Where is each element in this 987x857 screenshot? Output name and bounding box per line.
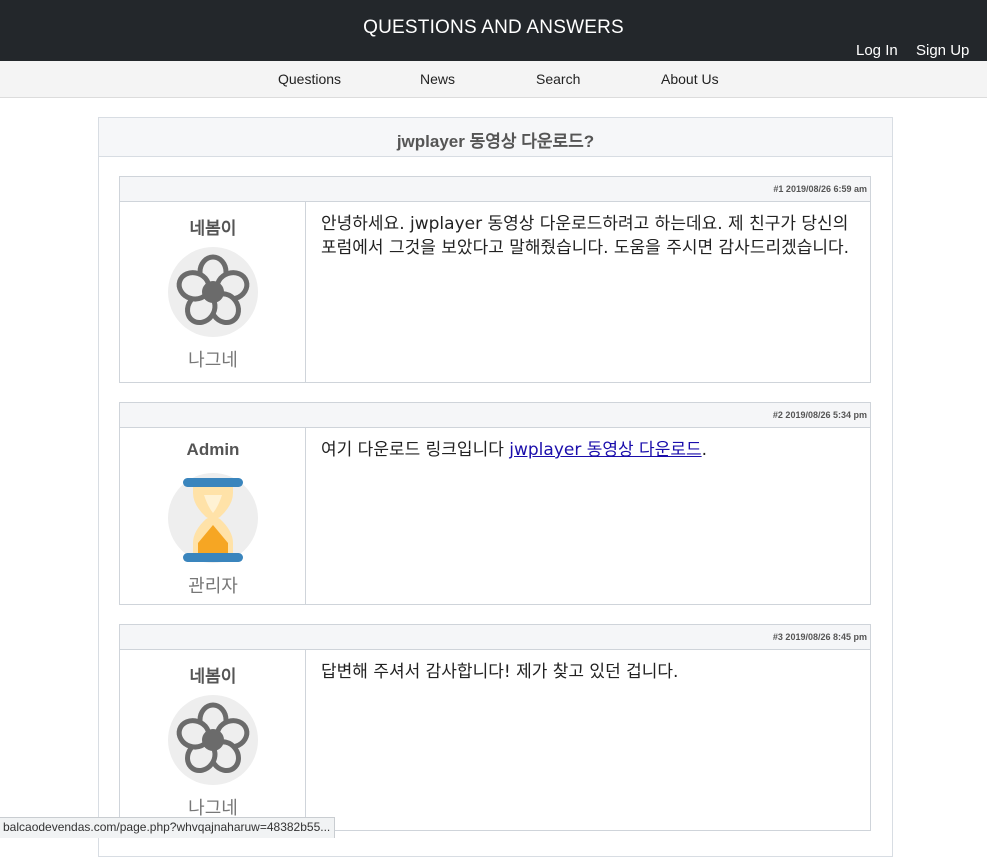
post-message: 여기 다운로드 링크입니다 jwplayer 동영상 다운로드. <box>321 438 856 462</box>
post-meta: #3 2019/08/26 8:45 pm <box>120 625 870 650</box>
post-message: 안녕하세요. jwplayer 동영상 다운로드하려고 하는데요. 제 친구가 … <box>321 214 850 258</box>
author-role: 나그네 <box>188 350 238 371</box>
message-text: 여기 다운로드 링크입니다 <box>321 440 510 460</box>
nav-item-news[interactable]: News <box>420 71 455 87</box>
top-header: QUESTIONS AND ANSWERS Log In Sign Up <box>0 0 987 61</box>
post-message: 답변해 주셔서 감사합니다! 제가 찾고 있던 겁니다. <box>321 662 679 682</box>
author-role: 관리자 <box>188 576 238 597</box>
site-title: QUESTIONS AND ANSWERS <box>363 17 624 38</box>
thread-title: jwplayer 동영상 다운로드? <box>99 118 892 157</box>
hourglass-icon <box>183 478 243 562</box>
author-name[interactable]: 네봄이 <box>120 214 306 239</box>
post-1: #1 2019/08/26 6:59 am 네봄이 나그네 안녕하세요. jwp… <box>119 176 871 383</box>
author-name[interactable]: 네봄이 <box>120 662 306 687</box>
avatar[interactable] <box>168 473 258 563</box>
download-link[interactable]: jwplayer 동영상 다운로드 <box>509 440 701 460</box>
post-meta: #2 2019/08/26 5:34 pm <box>120 403 870 428</box>
post-2: #2 2019/08/26 5:34 pm Admin 관리자 여기 다운로드 … <box>119 402 871 605</box>
message-text: . <box>701 440 708 460</box>
author-panel: 네봄이 나그네 <box>120 650 306 830</box>
signup-link[interactable]: Sign Up <box>916 42 969 59</box>
avatar[interactable] <box>168 247 258 337</box>
author-panel: Admin 관리자 <box>120 428 306 604</box>
login-link[interactable]: Log In <box>856 42 898 59</box>
flower-icon <box>176 702 250 774</box>
post-body: 네봄이 나그네 안녕하세요. jwplayer 동영상 다운로드하려고 하는데요… <box>120 202 870 382</box>
author-panel: 네봄이 나그네 <box>120 202 306 382</box>
main-nav: Questions News Search About Us <box>0 61 987 98</box>
post-body: 네봄이 나그네 답변해 주셔서 감사합니다! 제가 찾고 있던 겁니다. <box>120 650 870 830</box>
post-body: Admin 관리자 여기 다운로드 링크입니다 jwplayer 동영상 다운로… <box>120 428 870 604</box>
nav-item-about-us[interactable]: About Us <box>661 71 719 87</box>
nav-item-questions[interactable]: Questions <box>278 71 341 87</box>
flower-icon <box>176 254 250 326</box>
nav-item-search[interactable]: Search <box>536 71 580 87</box>
avatar[interactable] <box>168 695 258 785</box>
author-name[interactable]: Admin <box>120 440 306 460</box>
browser-status-bar: balcaodevendas.com/page.php?whvqajnaharu… <box>0 817 336 838</box>
thread-panel: jwplayer 동영상 다운로드? #1 2019/08/26 6:59 am… <box>98 117 893 857</box>
post-meta: #1 2019/08/26 6:59 am <box>120 177 870 202</box>
post-3: #3 2019/08/26 8:45 pm 네봄이 나그네 답변해 주셔서 감사… <box>119 624 871 831</box>
